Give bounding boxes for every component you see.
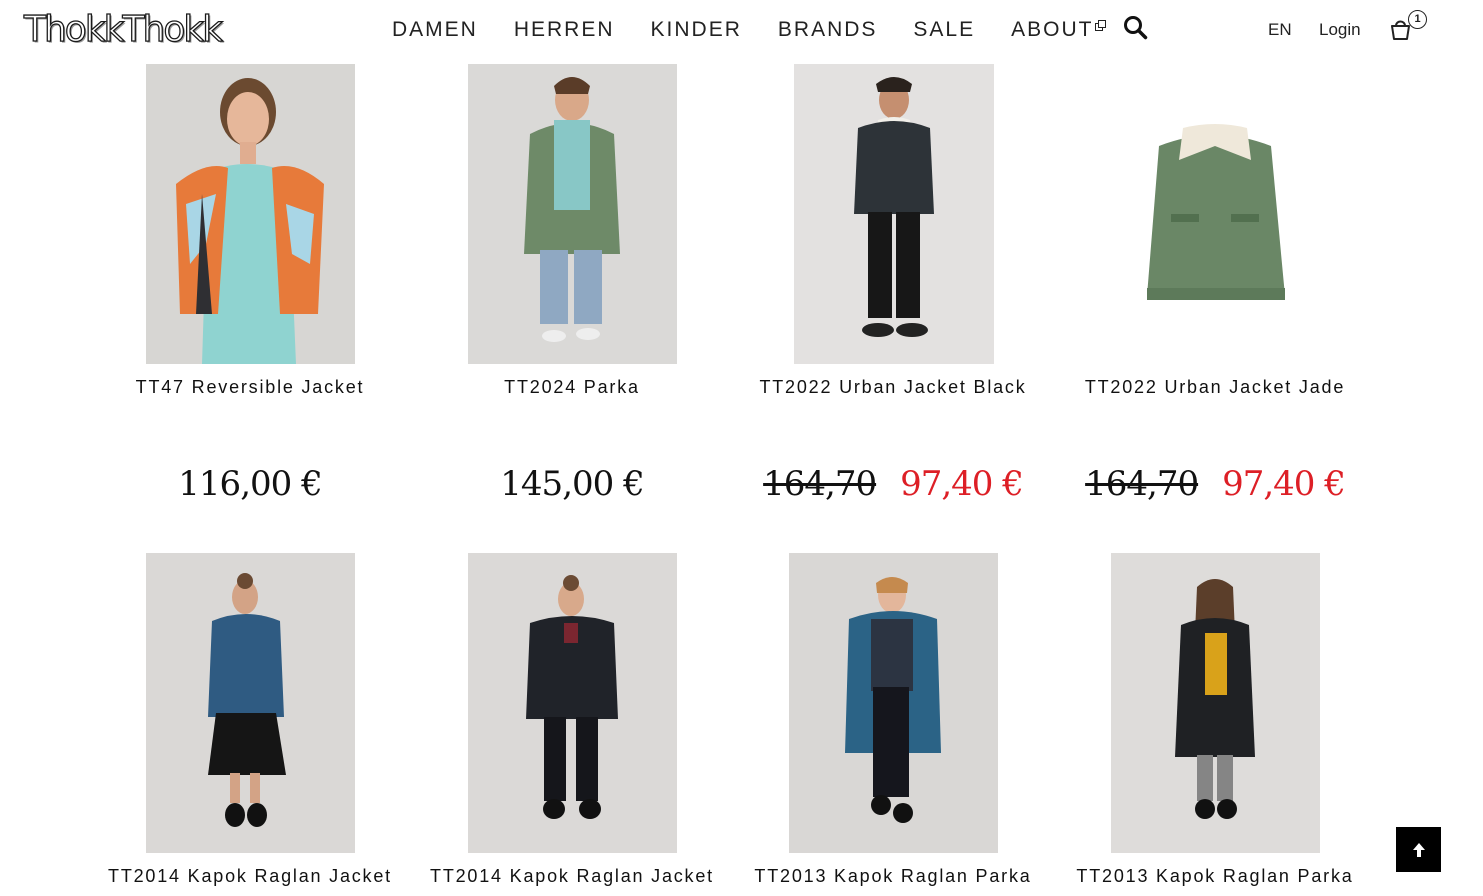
main-nav: DAMEN HERREN KINDER BRANDS SALE ABOUT — [392, 16, 1107, 44]
nav-item-damen[interactable]: DAMEN — [392, 18, 478, 42]
product-image[interactable] — [468, 64, 677, 364]
nav-item-label: DAMEN — [392, 18, 478, 41]
cart-button[interactable]: 1 — [1389, 10, 1429, 40]
nav-item-label: ABOUT — [1011, 18, 1094, 41]
product-name[interactable]: TT2013 Kapok Raglan Parka — [1054, 866, 1376, 887]
product-sale-price: 97,40 € — [900, 464, 1024, 504]
product-image[interactable] — [1111, 553, 1320, 853]
nav-item-label: BRANDS — [777, 18, 878, 41]
product-sale-price: 97,40 € — [1222, 464, 1346, 504]
back-to-top-button[interactable] — [1396, 827, 1441, 872]
product-name[interactable]: TT47 Reversible Jacket — [89, 377, 411, 398]
nav-item-herren[interactable]: HERREN — [514, 18, 615, 42]
product-price: 116,00 € — [178, 464, 322, 504]
product-price: 145,00 € — [500, 464, 644, 504]
product-name[interactable]: TT2013 Kapok Raglan Parka — [732, 866, 1054, 887]
language-switch[interactable]: EN — [1268, 20, 1292, 40]
product-name[interactable]: TT2022 Urban Jacket Black — [732, 377, 1054, 398]
product-image[interactable] — [789, 553, 998, 853]
login-link[interactable]: Login — [1319, 20, 1361, 40]
product-name[interactable]: TT2014 Kapok Raglan Jacket — [411, 866, 733, 887]
product-price-row: 116,00 € — [89, 464, 411, 504]
product-name[interactable]: TT2022 Urban Jacket Jade — [1054, 377, 1376, 398]
cart-count-badge: 1 — [1408, 10, 1427, 29]
site-header: ThokkThokk DAMEN HERREN KINDER BRANDS SA… — [0, 0, 1483, 60]
product-price-row: 145,00 € — [411, 464, 733, 504]
product-price-row: 164,70 97,40 € — [1054, 464, 1376, 504]
nav-item-kinder[interactable]: KINDER — [651, 18, 742, 42]
external-link-icon — [1095, 20, 1107, 32]
product-image[interactable] — [794, 64, 994, 364]
nav-item-about[interactable]: ABOUT — [1011, 18, 1107, 42]
nav-item-brands[interactable]: BRANDS — [778, 18, 878, 42]
nav-item-sale[interactable]: SALE — [913, 18, 975, 42]
arrow-up-icon — [1412, 842, 1425, 857]
nav-item-label: HERREN — [513, 18, 615, 41]
product-old-price: 164,70 — [1085, 464, 1199, 504]
logo[interactable]: ThokkThokk — [23, 8, 223, 52]
product-image[interactable] — [146, 553, 355, 853]
nav-item-label: SALE — [913, 18, 976, 41]
product-old-price: 164,70 — [763, 464, 877, 504]
product-image[interactable] — [146, 64, 355, 364]
product-name[interactable]: TT2024 Parka — [411, 377, 733, 398]
nav-item-label: KINDER — [650, 18, 742, 41]
product-name[interactable]: TT2014 Kapok Raglan Jacket — [89, 866, 411, 887]
search-icon[interactable] — [1123, 15, 1149, 41]
product-image[interactable] — [468, 553, 677, 853]
product-image[interactable] — [1111, 64, 1320, 364]
product-price-row: 164,70 97,40 € — [732, 464, 1054, 504]
